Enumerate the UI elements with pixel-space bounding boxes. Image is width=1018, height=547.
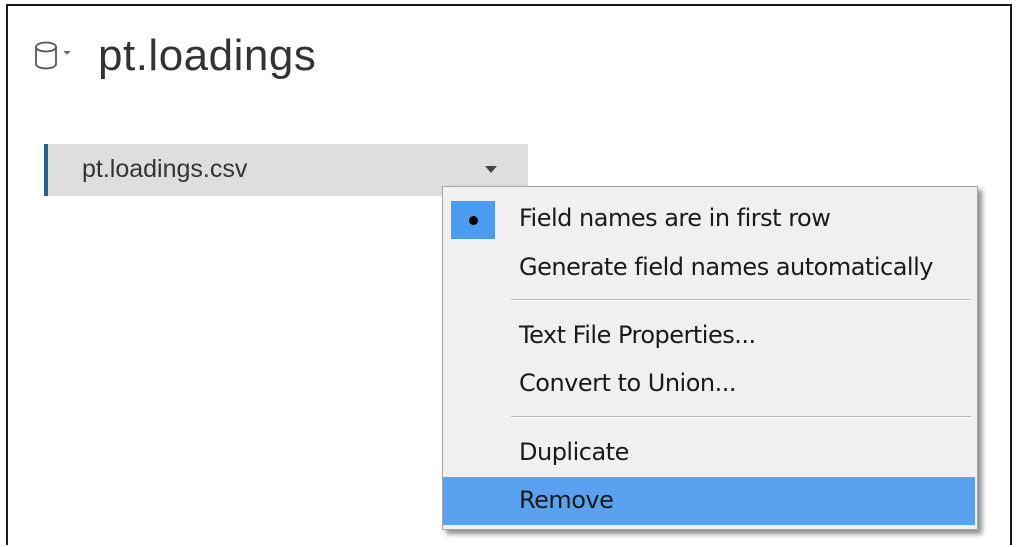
menu-separator bbox=[511, 416, 971, 418]
context-menu: Field names are in first row Generate fi… bbox=[442, 186, 978, 530]
menu-item-label: Remove bbox=[519, 486, 614, 514]
menu-item-text-file-properties[interactable]: Text File Properties... bbox=[443, 312, 975, 360]
table-name: pt.loadings.csv bbox=[82, 155, 248, 183]
triangle-down-icon[interactable] bbox=[485, 166, 497, 174]
checkmark-highlight bbox=[451, 201, 495, 239]
menu-item-generate-field-names[interactable]: Generate field names automatically bbox=[443, 244, 975, 292]
menu-item-duplicate[interactable]: Duplicate bbox=[443, 429, 975, 477]
menu-item-convert-to-union[interactable]: Convert to Union... bbox=[443, 360, 975, 408]
datasource-header: pt.loadings bbox=[34, 28, 316, 84]
menu-item-label: Field names are in first row bbox=[519, 204, 831, 232]
page-title: pt.loadings bbox=[98, 31, 317, 80]
radio-dot-icon bbox=[469, 216, 478, 225]
menu-item-field-names-first-row[interactable]: Field names are in first row bbox=[443, 195, 975, 243]
menu-item-label: Convert to Union... bbox=[519, 369, 736, 397]
menu-separator bbox=[511, 299, 971, 301]
menu-item-label: Duplicate bbox=[519, 438, 629, 466]
menu-item-label: Generate field names automatically bbox=[519, 253, 933, 281]
chevron-down-icon[interactable] bbox=[62, 47, 72, 57]
database-icon[interactable] bbox=[34, 41, 58, 71]
menu-item-label: Text File Properties... bbox=[519, 321, 756, 349]
menu-item-remove[interactable]: Remove bbox=[443, 477, 975, 525]
